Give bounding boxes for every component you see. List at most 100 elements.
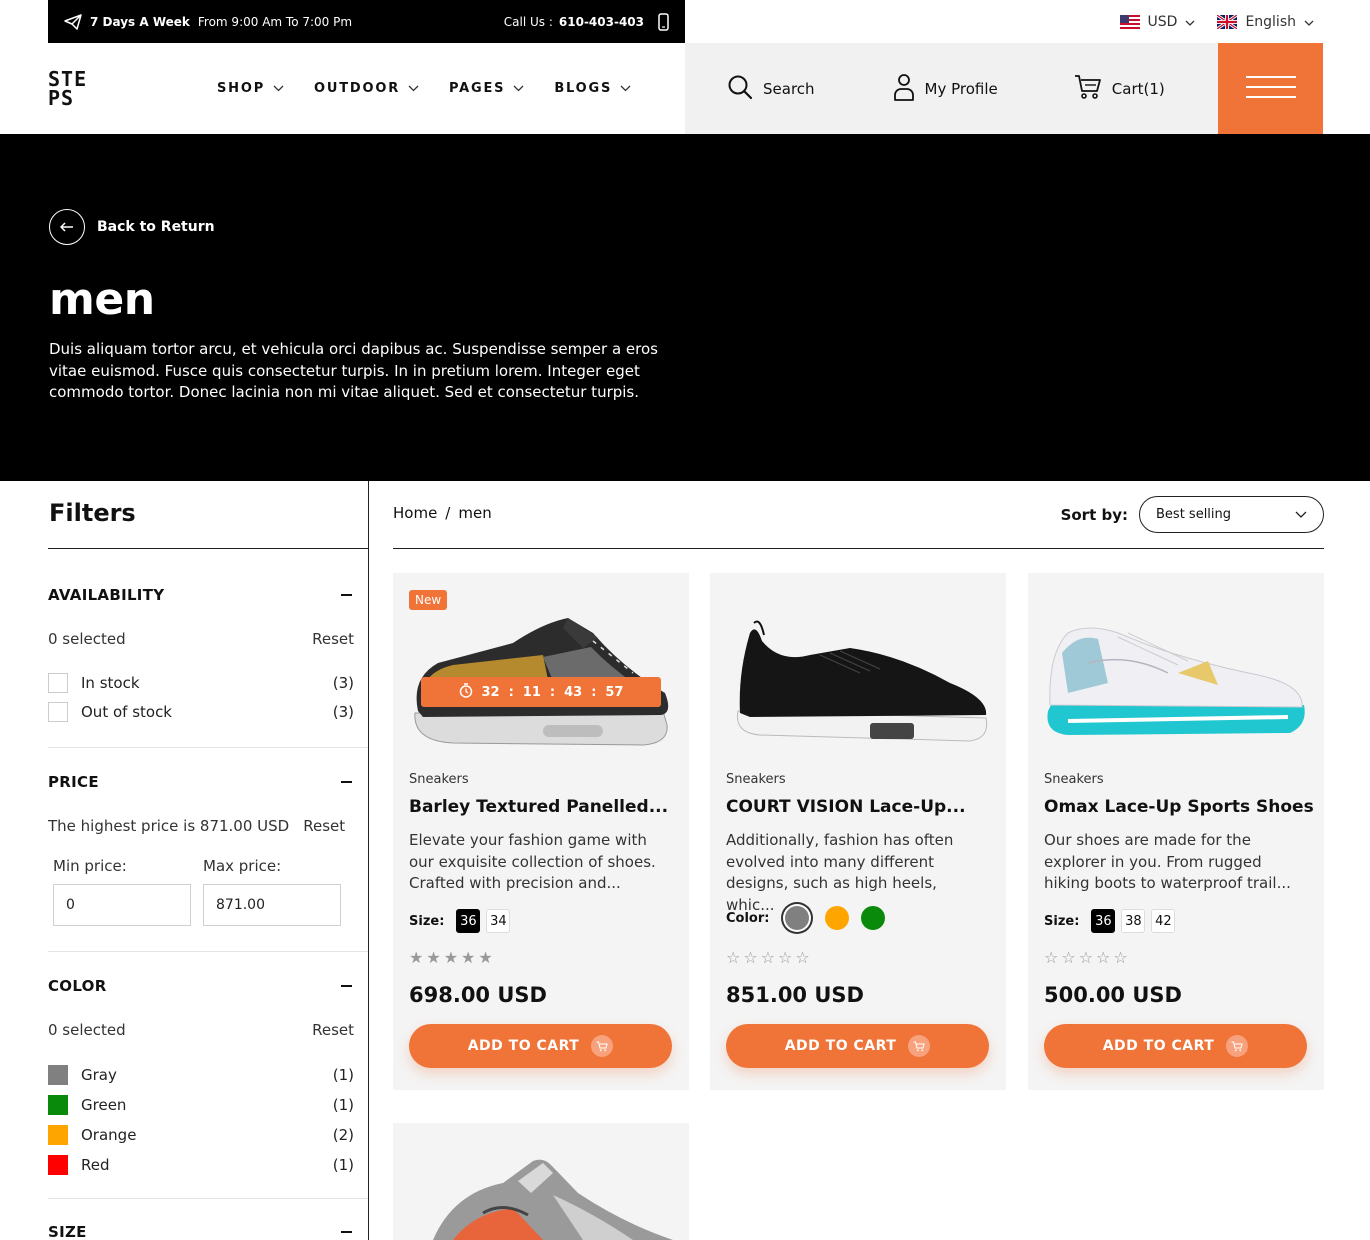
option-count: (3) [332,702,354,721]
availability-option-in-stock[interactable]: In stock (3) [48,668,354,697]
product-card[interactable] [393,1123,689,1240]
search-icon [727,74,753,104]
cart-icon [1226,1035,1249,1057]
sort-select[interactable]: Best selling [1139,496,1324,533]
color-dot[interactable] [861,906,886,930]
max-price-input[interactable]: 871.00 [203,884,341,926]
product-card[interactable]: New 32 : 11 : 43 : 57 Sneakers Barley Te… [393,573,689,1090]
countdown-timer: 32 : 11 : 43 : 57 [421,677,661,707]
product-image[interactable] [393,1153,689,1240]
search-button[interactable]: Search [727,74,815,104]
product-card[interactable]: Sneakers Omax Lace-Up Sports Shoes Our s… [1028,573,1324,1090]
cart-icon [591,1035,614,1057]
product-category: Sneakers [1044,772,1104,787]
currency-value: USD [1147,13,1178,30]
star-empty-icon: ☆ [1113,948,1128,967]
top-info-bar: 7 Days A Week From 9:00 Am To 7:00 Pm Ca… [48,0,685,43]
color-heading: COLOR [48,977,107,995]
sort-control: Sort by: Best selling [1061,496,1324,533]
language-selector[interactable]: English [1216,13,1314,30]
logo-line-2: PS [48,86,75,110]
product-image[interactable] [393,593,689,753]
color-option-red[interactable]: Red (1) [48,1150,354,1180]
nav-outdoor[interactable]: OUTDOOR [314,81,419,96]
availability-option-out-of-stock[interactable]: Out of stock (3) [48,697,354,726]
breadcrumb-home[interactable]: Home [393,504,437,522]
language-value: English [1245,13,1296,30]
currency-selector[interactable]: USD [1119,13,1196,30]
chevron-down-icon [513,81,524,96]
nav-label: PAGES [449,81,506,96]
toolbar: Home / men Sort by: Best selling [393,481,1324,549]
color-toggle[interactable]: COLOR [48,977,354,995]
color-reset[interactable]: Reset [312,1021,354,1039]
product-image[interactable] [710,593,1006,753]
divider [48,548,368,549]
size-chip[interactable]: 42 [1151,909,1176,933]
option-label: Red [81,1156,110,1174]
availability-toggle[interactable]: AVAILABILITY [48,586,354,604]
nav-label: OUTDOOR [314,81,401,96]
size-chip[interactable]: 34 [486,909,511,933]
price-reset[interactable]: Reset [303,817,345,835]
star-filled-icon: ★ [409,948,424,967]
site-logo[interactable]: STE PS [48,69,88,110]
product-name[interactable]: Barley Textured Panelled... [409,797,679,817]
phone-icon [658,12,669,31]
price-info: The highest price is 871.00 USD Reset [48,817,368,835]
timer-seconds: 57 [605,684,624,700]
size-chip[interactable]: 36 [456,909,481,933]
size-chip[interactable]: 36 [1091,909,1116,933]
color-dot[interactable] [825,906,850,930]
checkbox[interactable] [48,701,68,722]
min-price-input[interactable]: 0 [53,884,191,926]
timer-separator: : [591,684,597,700]
add-to-cart-button[interactable]: ADD TO CART [409,1024,672,1068]
filters-title: Filters [49,499,136,527]
add-to-cart-button[interactable]: ADD TO CART [1044,1024,1307,1068]
option-label: Color: [726,910,770,926]
collection-description: Duis aliquam tortor arcu, et vehicula or… [49,340,658,401]
cart-label: Cart(1) [1111,79,1165,98]
minus-icon [341,594,352,596]
option-label: In stock [81,673,140,692]
product-image[interactable] [1028,593,1324,753]
color-dot[interactable] [785,906,810,930]
nav-pages[interactable]: PAGES [449,81,524,96]
size-chip[interactable]: 38 [1121,909,1146,933]
call-us[interactable]: Call Us : 610-403-403 [504,12,669,31]
option-label: Orange [81,1126,137,1144]
product-card[interactable]: Sneakers COURT VISION Lace-Up... Additio… [710,573,1006,1090]
nav-blogs[interactable]: BLOGS [554,81,631,96]
clock-icon [459,682,473,702]
availability-selected: 0 selected [48,630,126,648]
profile-button[interactable]: My Profile [893,73,998,105]
color-option-gray[interactable]: Gray (1) [48,1060,354,1090]
star-empty-icon: ☆ [778,948,793,967]
product-name[interactable]: COURT VISION Lace-Up... [726,797,996,817]
color-option-green[interactable]: Green (1) [48,1090,354,1120]
color-swatch [48,1155,68,1175]
call-number[interactable]: 610-403-403 [559,15,644,29]
price-heading: PRICE [48,773,99,791]
nav-shop[interactable]: SHOP [217,81,284,96]
button-label: ADD TO CART [1102,1038,1215,1054]
hamburger-menu-button[interactable] [1218,43,1323,134]
nav-label: BLOGS [554,81,613,96]
size-toggle[interactable]: SIZE [48,1223,354,1240]
price-toggle[interactable]: PRICE [48,773,354,791]
filter-size: SIZE [48,1223,354,1240]
sort-label: Sort by: [1060,505,1128,524]
availability-reset[interactable]: Reset [312,630,354,648]
cart-button[interactable]: Cart(1) [1074,74,1165,104]
color-swatch [48,1065,68,1085]
min-price-label: Min price: [53,857,127,875]
back-link[interactable]: Back to Return [49,209,215,245]
timer-days: 32 [481,684,500,700]
filters-sidebar: Filters AVAILABILITY 0 selected Reset In… [48,481,368,1240]
us-flag-icon [1119,14,1140,29]
add-to-cart-button[interactable]: ADD TO CART [726,1024,989,1068]
checkbox[interactable] [48,672,68,693]
color-option-orange[interactable]: Orange (2) [48,1120,354,1150]
product-name[interactable]: Omax Lace-Up Sports Shoes [1044,797,1314,817]
